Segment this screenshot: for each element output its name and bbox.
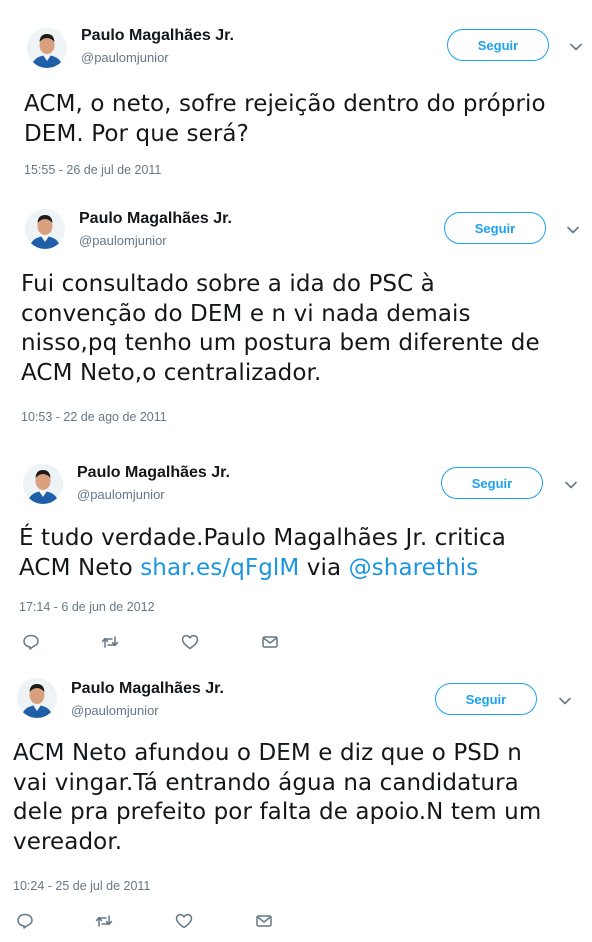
follow-button[interactable]: Seguir bbox=[441, 467, 543, 499]
follow-button[interactable]: Seguir bbox=[447, 29, 549, 61]
tweet-text-line: ACM, o neto, sofre rejeição dentro do pr… bbox=[24, 91, 546, 117]
timestamp[interactable]: 15:55 - 26 de jul de 2011 bbox=[24, 163, 161, 177]
text-segment: ACM Neto bbox=[19, 554, 141, 581]
profile-photo bbox=[23, 464, 63, 504]
chevron-down-icon[interactable] bbox=[557, 693, 573, 709]
chevron-down-icon[interactable] bbox=[568, 39, 584, 55]
tweet-text-line: vai vingar.Tá entrando água na candidatu… bbox=[13, 769, 519, 796]
avatar[interactable] bbox=[27, 28, 67, 68]
tweet-text-line: DEM. Por que será? bbox=[24, 120, 249, 147]
reply-icon[interactable] bbox=[22, 633, 40, 651]
timestamp[interactable]: 10:53 - 22 de ago de 2011 bbox=[21, 410, 167, 424]
author-name[interactable]: Paulo Magalhães Jr. bbox=[77, 464, 230, 482]
chevron-down-icon[interactable] bbox=[563, 477, 579, 493]
tweet-text-line: Fui consultado sobre a ida do PSC à bbox=[21, 271, 435, 297]
chevron-down-icon[interactable] bbox=[565, 222, 581, 238]
tweet-text: Fui consultado sobre a ida do PSC à conv… bbox=[21, 270, 540, 388]
author-name[interactable]: Paulo Magalhães Jr. bbox=[71, 680, 224, 698]
tweet-actions bbox=[22, 633, 292, 653]
tweet-text-line: ACM Neto,o centralizador. bbox=[21, 359, 322, 386]
retweet-icon[interactable] bbox=[101, 633, 119, 651]
tweet-text-line: convenção do DEM e n vi nada demais bbox=[21, 300, 471, 327]
avatar[interactable] bbox=[23, 464, 63, 504]
avatar[interactable] bbox=[25, 209, 65, 249]
timestamp[interactable]: 17:14 - 6 de jun de 2012 bbox=[19, 600, 155, 614]
follow-button[interactable]: Seguir bbox=[435, 683, 537, 715]
heart-icon[interactable] bbox=[175, 912, 193, 930]
tweet-actions bbox=[16, 912, 286, 932]
envelope-icon[interactable] bbox=[255, 912, 273, 930]
follow-button[interactable]: Seguir bbox=[444, 212, 546, 244]
profile-photo bbox=[25, 209, 65, 249]
tweet-text-line: vereador. bbox=[13, 828, 123, 855]
tweet-3: Paulo Magalhães Jr. @paulomjunior Seguir… bbox=[0, 440, 592, 662]
author-handle[interactable]: @paulomjunior bbox=[79, 233, 167, 248]
reply-icon[interactable] bbox=[16, 912, 34, 930]
tweet-text: ACM Neto afundou o DEM e diz que o PSD n… bbox=[13, 739, 541, 857]
author-handle[interactable]: @paulomjunior bbox=[71, 703, 159, 718]
author-handle[interactable]: @paulomjunior bbox=[81, 50, 169, 65]
text-segment: via bbox=[299, 554, 349, 581]
avatar[interactable] bbox=[17, 678, 57, 718]
tweet-text-line: nisso,pq tenho um postura bem diferente … bbox=[21, 330, 540, 356]
tweet-1: Paulo Magalhães Jr. @paulomjunior Seguir… bbox=[0, 0, 592, 190]
heart-icon[interactable] bbox=[181, 633, 199, 651]
tweet-text: ACM, o neto, sofre rejeição dentro do pr… bbox=[24, 90, 546, 149]
mention-link[interactable]: @sharethis bbox=[349, 555, 479, 581]
retweet-icon[interactable] bbox=[95, 912, 113, 930]
tweet-text-line: ACM Neto shar.es/qFglM via @sharethis bbox=[19, 554, 506, 584]
tweet-2: Paulo Magalhães Jr. @paulomjunior Seguir… bbox=[0, 190, 592, 440]
tweet-text: É tudo verdade.Paulo Magalhães Jr. criti… bbox=[19, 524, 506, 583]
author-name[interactable]: Paulo Magalhães Jr. bbox=[81, 27, 234, 45]
timestamp[interactable]: 10:24 - 25 de jul de 2011 bbox=[13, 879, 150, 893]
tweet-text-line: ACM Neto afundou o DEM e diz que o PSD n bbox=[13, 740, 522, 766]
envelope-icon[interactable] bbox=[261, 633, 279, 651]
url-link[interactable]: shar.es/qFglM bbox=[140, 555, 299, 581]
author-name[interactable]: Paulo Magalhães Jr. bbox=[79, 210, 232, 228]
tweet-text-line: dele pra prefeito por falta de apoio.N t… bbox=[13, 799, 542, 825]
tweet-text-line: É tudo verdade.Paulo Magalhães Jr. criti… bbox=[19, 525, 506, 551]
tweet-4: Paulo Magalhães Jr. @paulomjunior Seguir… bbox=[0, 662, 592, 942]
author-handle[interactable]: @paulomjunior bbox=[77, 487, 165, 502]
profile-photo bbox=[27, 28, 67, 68]
profile-photo bbox=[17, 678, 57, 718]
